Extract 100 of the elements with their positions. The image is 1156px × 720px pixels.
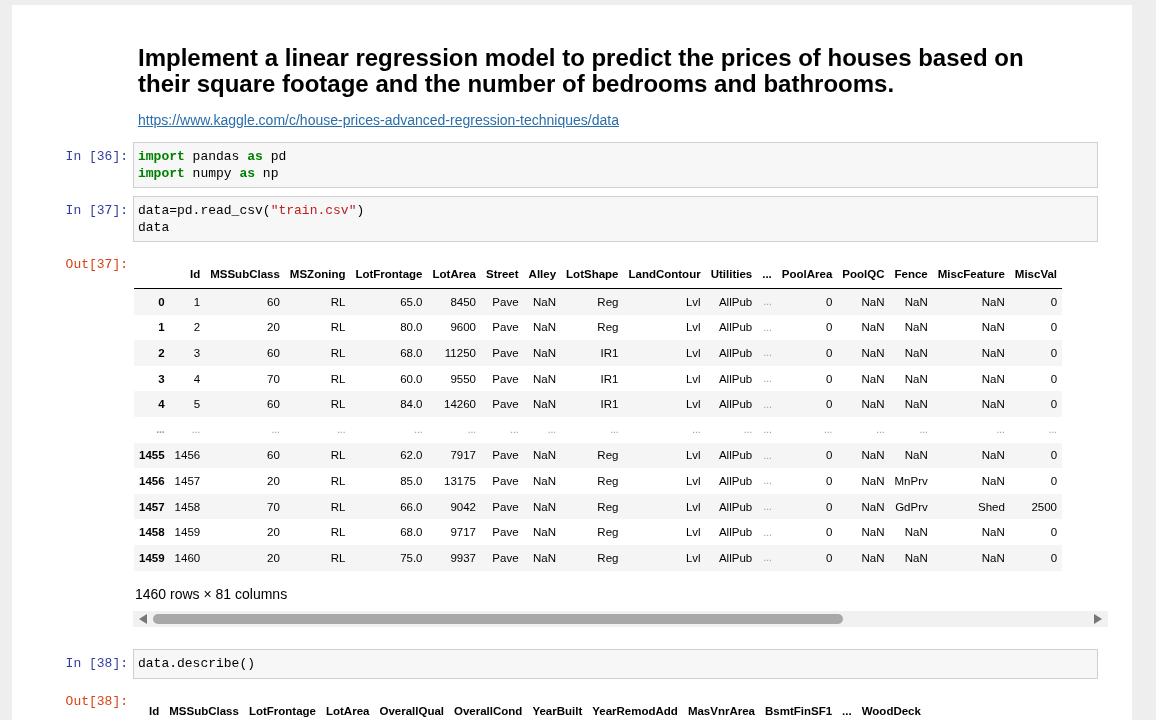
table-cell: 62.0 [350,442,428,469]
code-cell[interactable]: data.describe() [133,648,1098,679]
notebook-heading: Implement a linear regression model to predict the prices of houses based on their square footage and the number of bedrooms and bathrooms. [138,45,1025,97]
table-caption: 1460 rows × 81 columns [135,585,289,602]
column-header: MasVnrArea [682,704,760,720]
table-cell: Reg [561,519,624,545]
table-cell: RL [284,519,351,545]
column-header: Alley [523,268,562,289]
table-cell: Pave [480,340,524,366]
column-header: PoolArea [776,268,838,289]
table-cell: RL [284,391,351,417]
table-cell: AllPub [705,468,758,494]
table-cell: Reg [561,468,624,494]
column-header: Street [480,268,524,289]
scrollbar-thumb[interactable] [153,613,843,624]
column-header: MSSubClass [164,704,244,720]
table-cell: NaN [837,544,890,571]
table-cell: ... [932,416,1010,443]
table-cell: ... [757,391,777,417]
table-cell: ... [561,416,624,443]
table-cell: NaN [932,340,1010,366]
table-cell: Reg [561,442,624,469]
table-cell: 80.0 [350,314,428,341]
column-header: MiscVal [1009,268,1063,289]
table-cell: NaN [837,288,890,315]
table-cell: IR1 [561,391,624,417]
table-cell: NaN [889,288,933,315]
table-cell: 1459 [169,519,206,545]
table-cell: Lvl [623,391,706,417]
table-cell: Reg [561,314,624,341]
horizontal-scrollbar[interactable] [133,610,1108,627]
table-cell: ... [757,288,777,315]
table-cell: NaN [932,442,1010,469]
table-cell: Reg [561,288,624,315]
row-index: 4 [134,391,170,417]
table-cell: Lvl [623,365,706,392]
table-cell: 20 [205,544,285,571]
column-header: ... [837,704,857,720]
scroll-right-icon[interactable] [1094,613,1102,624]
code-line: import numpy as np [138,165,280,182]
table-cell: Pave [480,391,524,417]
code-cell[interactable]: import pandas as pd import numpy as np [133,142,1098,188]
table-cell: NaN [837,391,890,417]
table-cell: 60 [205,391,285,417]
column-header: OverallQual [374,704,449,720]
table-cell: NaN [932,468,1010,494]
column-header: LotArea [427,268,481,289]
output-prompt: Out[38]: [64,692,129,709]
table-cell: 66.0 [350,493,428,520]
table-cell: NaN [932,365,1010,392]
table-cell: 0 [776,391,838,417]
row-index: 3 [134,365,170,392]
column-header: MSSubClass [205,268,285,289]
table-cell: Lvl [623,288,706,315]
table-cell: 75.0 [350,544,428,571]
table-cell: GdPrv [889,493,933,520]
table-cell: NaN [889,544,933,571]
table-cell: ... [757,365,777,392]
row-index: 1458 [134,519,170,545]
table-cell: Lvl [623,519,706,545]
table-cell: NaN [932,544,1010,571]
table-cell: NaN [837,493,890,520]
column-header: WoodDeck [856,704,926,720]
table-cell: 0 [1009,468,1063,494]
code-cell[interactable]: data=pd.read_csv("train.csv") data [133,196,1098,242]
table-cell: Lvl [623,314,706,341]
input-prompt: In [38]: [64,654,129,671]
row-index: 1 [134,314,170,341]
table-cell: 65.0 [350,288,428,315]
table-cell: ... [757,314,777,341]
output-prompt: Out[37]: [64,256,129,272]
table-cell: Reg [561,544,624,571]
table-cell: NaN [932,288,1010,315]
table-cell: 3 [169,340,206,366]
table-cell: ... [837,416,890,443]
column-header: Fence [889,268,933,289]
column-header: MSZoning [284,268,351,289]
table-cell: ... [757,442,777,469]
row-index: 1455 [134,442,170,469]
column-header: Id [169,268,206,289]
table-cell: 11250 [427,340,481,366]
code-line: data=pd.read_csv("train.csv") [138,202,366,219]
table-cell: MnPrv [889,468,933,494]
table-cell: NaN [837,314,890,341]
code-line: data.describe() [138,654,257,672]
table-cell: 5 [169,391,206,417]
table-cell: 85.0 [350,468,428,494]
table-cell: NaN [889,340,933,366]
dataset-link[interactable]: https://www.kaggle.com/c/house-prices-advanced-regression-techniques/data [138,112,619,128]
scroll-left-icon[interactable] [139,613,147,624]
table-cell: ... [757,519,777,545]
table-cell: 0 [776,340,838,366]
table-cell: ... [757,544,777,571]
table-cell: RL [284,468,351,494]
table-cell: NaN [889,365,933,392]
code-line: data [138,219,171,236]
table-cell: 84.0 [350,391,428,417]
table-cell: Lvl [623,468,706,494]
column-header: Id [144,704,165,720]
table-cell: Lvl [623,442,706,469]
